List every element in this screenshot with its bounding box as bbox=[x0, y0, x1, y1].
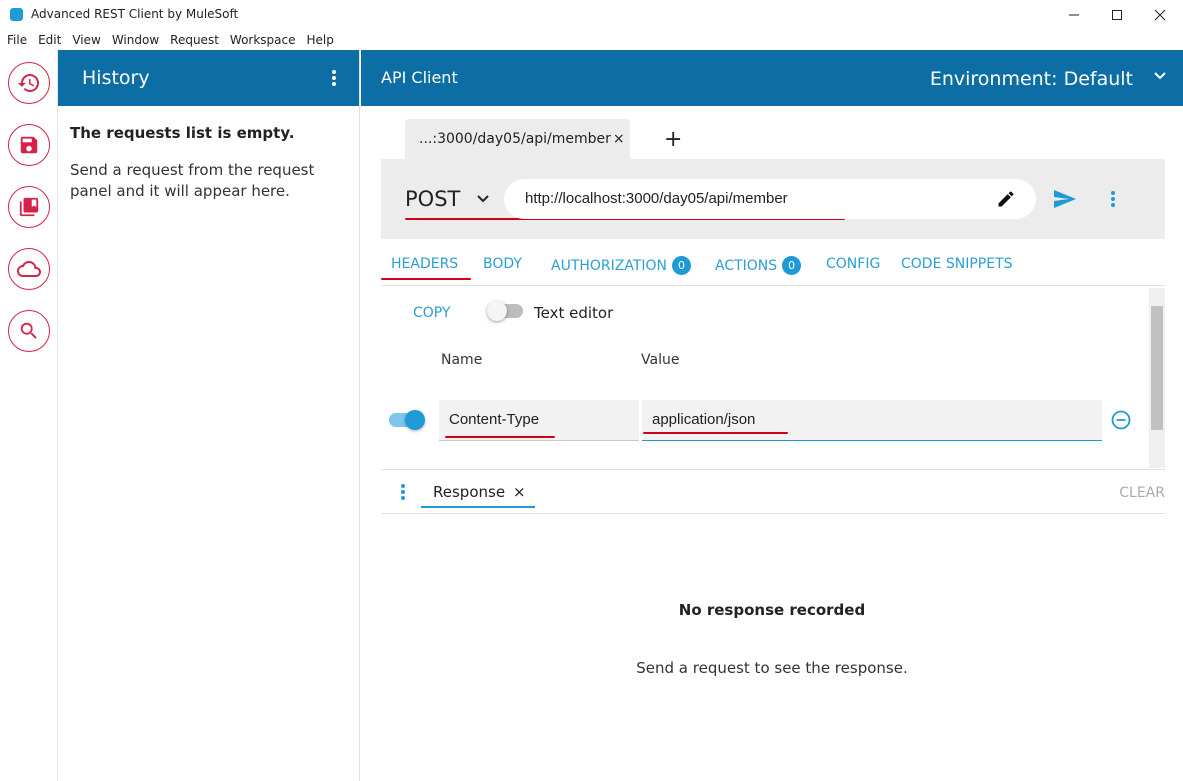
url-value: http://localhost:3000/day05/api/member bbox=[525, 190, 788, 207]
api-client-panel: API Client Environment: Default ...:3000… bbox=[361, 50, 1183, 781]
search-icon bbox=[20, 322, 37, 339]
menu-request[interactable]: Request bbox=[170, 33, 219, 47]
menu-workspace[interactable]: Workspace bbox=[230, 33, 296, 47]
collections-icon bbox=[19, 197, 39, 217]
menu-view[interactable]: View bbox=[72, 33, 100, 47]
history-icon bbox=[18, 74, 39, 92]
more-vert-icon[interactable] bbox=[400, 484, 406, 500]
header-value-value: application/json bbox=[652, 411, 756, 428]
header-name-input[interactable]: Content-Type bbox=[439, 400, 639, 441]
no-response-title: No response recorded bbox=[678, 601, 866, 619]
annotation-underline bbox=[445, 436, 555, 438]
text-editor-toggle[interactable] bbox=[487, 301, 523, 321]
tab-config[interactable]: CONFIG bbox=[826, 256, 880, 272]
scrollbar-thumb[interactable] bbox=[1151, 306, 1163, 430]
rail-search-button[interactable] bbox=[8, 310, 50, 352]
window-title: Advanced REST Client by MuleSoft bbox=[31, 7, 239, 21]
more-vert-icon[interactable] bbox=[331, 69, 337, 87]
annotation-underline bbox=[643, 432, 788, 434]
toggle-knob bbox=[487, 301, 507, 321]
method-selector[interactable]: POST bbox=[405, 187, 460, 211]
response-tab[interactable]: Response × bbox=[421, 480, 535, 508]
app-window: Advanced REST Client by MuleSoft File Ed… bbox=[0, 0, 1183, 781]
chevron-down-icon[interactable] bbox=[1153, 69, 1167, 83]
maximize-button[interactable] bbox=[1094, 0, 1140, 29]
minimize-icon bbox=[1069, 14, 1079, 15]
tab-config-label: CONFIG bbox=[826, 256, 881, 272]
request-tab[interactable]: ...:3000/day05/api/member × bbox=[405, 119, 630, 159]
tab-actions-label: ACTIONS bbox=[715, 257, 778, 274]
history-header: History bbox=[58, 50, 359, 106]
history-empty-text: Send a request from the request panel an… bbox=[70, 161, 315, 200]
editor-tabs: HEADERS BODY AUTHORIZATION 0 ACTIONS 0 C… bbox=[381, 250, 1165, 286]
rail-projects-button[interactable] bbox=[8, 186, 50, 228]
chevron-down-icon[interactable] bbox=[476, 193, 490, 205]
maximize-icon bbox=[1112, 9, 1122, 20]
tab-body[interactable]: BODY bbox=[483, 256, 522, 272]
main-header: API Client Environment: Default bbox=[361, 50, 1183, 106]
tab-authorization-label: AUTHORIZATION bbox=[551, 257, 668, 274]
send-icon[interactable] bbox=[1053, 189, 1077, 209]
menu-help[interactable]: Help bbox=[307, 33, 334, 47]
minimize-button[interactable] bbox=[1051, 0, 1097, 29]
header-name-value: Content-Type bbox=[449, 411, 540, 428]
tab-authorization[interactable]: AUTHORIZATION 0 bbox=[551, 256, 692, 275]
title-bar: Advanced REST Client by MuleSoft bbox=[0, 0, 1183, 29]
tab-actions[interactable]: ACTIONS 0 bbox=[715, 256, 802, 275]
toggle-knob bbox=[405, 410, 425, 430]
value-column-header: Value bbox=[641, 352, 680, 368]
name-column-header: Name bbox=[441, 352, 483, 368]
tab-headers-label: HEADERS bbox=[391, 256, 459, 272]
edit-icon[interactable] bbox=[996, 189, 1016, 209]
rail-exchange-button[interactable] bbox=[8, 248, 50, 290]
close-button[interactable] bbox=[1137, 0, 1183, 29]
header-value-input[interactable]: application/json bbox=[642, 400, 1102, 441]
tab-body-label: BODY bbox=[483, 256, 522, 272]
save-icon bbox=[20, 136, 38, 154]
menu-window[interactable]: Window bbox=[112, 33, 159, 47]
rail-saved-button[interactable] bbox=[8, 124, 50, 166]
tab-code-snippets[interactable]: CODE SNIPPETS bbox=[901, 256, 1013, 272]
close-icon bbox=[1154, 9, 1166, 20]
environment-selector[interactable]: Environment: Default bbox=[930, 68, 1133, 90]
history-empty-title: The requests list is empty. bbox=[70, 124, 295, 142]
clear-button[interactable]: CLEAR bbox=[1119, 485, 1165, 501]
history-title: History bbox=[82, 67, 150, 89]
response-tab-label: Response bbox=[433, 483, 506, 501]
rail-history-button[interactable] bbox=[8, 62, 50, 104]
no-response-text: Send a request to see the response. bbox=[636, 659, 908, 677]
tab-headers[interactable]: HEADERS bbox=[391, 256, 458, 272]
more-vert-icon[interactable] bbox=[1110, 191, 1116, 207]
actions-count-badge: 0 bbox=[782, 256, 802, 275]
remove-circle-icon[interactable] bbox=[1111, 410, 1131, 430]
menu-edit[interactable]: Edit bbox=[38, 33, 61, 47]
request-tab-label: ...:3000/day05/api/member bbox=[419, 131, 611, 147]
url-bar: POST http://localhost:3000/day05/api/mem… bbox=[381, 159, 1165, 239]
header-enabled-toggle[interactable] bbox=[389, 410, 425, 430]
nav-rail bbox=[0, 50, 58, 781]
url-input[interactable]: http://localhost:3000/day05/api/member bbox=[504, 179, 1036, 219]
cloud-icon bbox=[17, 261, 41, 277]
response-tab-close-icon[interactable]: × bbox=[513, 483, 526, 501]
text-editor-label: Text editor bbox=[534, 304, 614, 322]
main-title: API Client bbox=[381, 68, 458, 87]
history-panel: History The requests list is empty. Send… bbox=[58, 50, 360, 781]
menu-file[interactable]: File bbox=[7, 33, 27, 47]
add-tab-button[interactable]: + bbox=[664, 127, 682, 152]
authorization-count-badge: 0 bbox=[672, 256, 692, 275]
response-bar: Response × CLEAR bbox=[381, 469, 1165, 514]
request-tab-close-icon[interactable]: × bbox=[613, 131, 625, 147]
app-logo-icon bbox=[10, 8, 23, 21]
menu-bar: File Edit View Window Request Workspace … bbox=[0, 29, 1183, 50]
tab-code-snippets-label: CODE SNIPPETS bbox=[901, 256, 1013, 272]
copy-button[interactable]: COPY bbox=[413, 305, 450, 321]
annotation-underline bbox=[381, 278, 471, 280]
